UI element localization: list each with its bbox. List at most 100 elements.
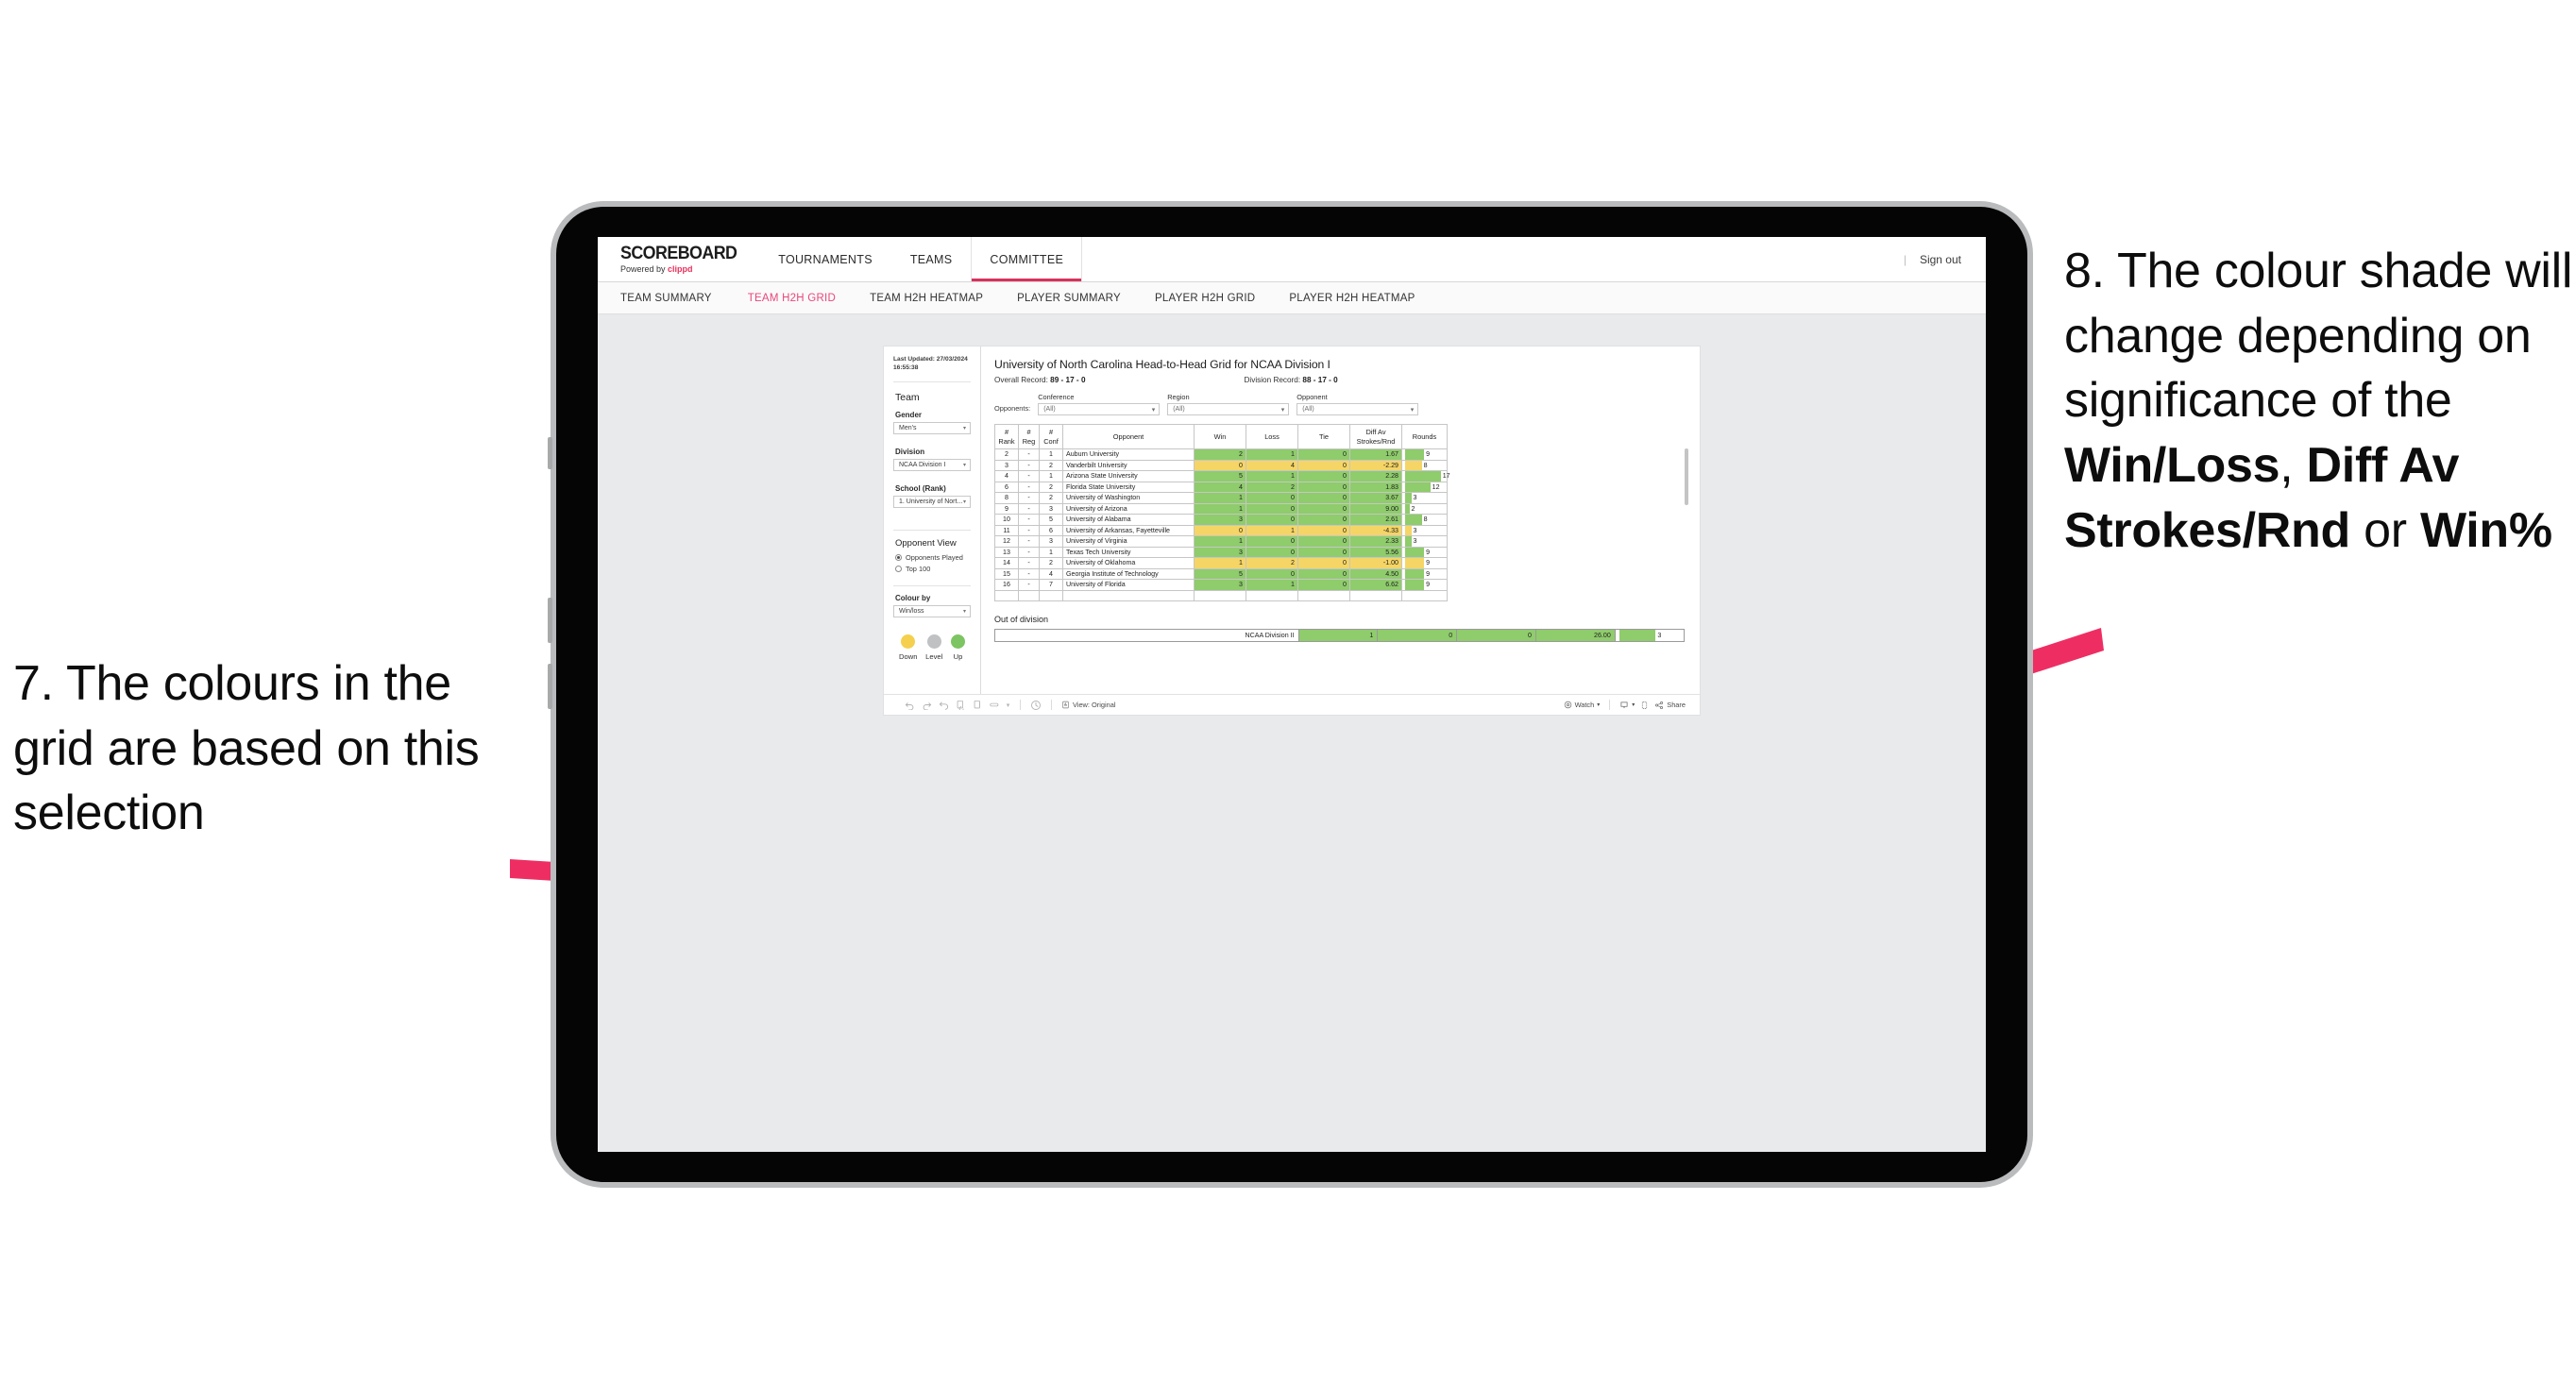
cell-rank: 4 (994, 470, 1019, 482)
table-row[interactable]: 9-3 University of Arizona 1 0 0 9.00 2 (994, 502, 1448, 515)
nav-item-tournaments[interactable]: TOURNAMENTS (759, 237, 891, 281)
pause-auto-update-icon[interactable] (1027, 698, 1044, 713)
table-row[interactable]: 2-1 Auburn University 2 1 0 1.67 9 (994, 448, 1448, 461)
legend-label-up: Up (953, 651, 963, 661)
watch-button[interactable]: Watch ▾ (1561, 701, 1603, 709)
filler-cell (1194, 589, 1246, 601)
redo-arrow-icon[interactable] (986, 698, 1003, 713)
cell-rounds: 9 (1401, 448, 1448, 461)
table-row[interactable]: 15-4 Georgia Institute of Technology 5 0 0 4.… (994, 567, 1448, 580)
filler-cell (994, 589, 1019, 601)
col-header-reg: # Reg (1018, 424, 1040, 449)
redo-icon[interactable] (918, 698, 935, 713)
device-icon (1642, 701, 1648, 709)
cell-win: 1 (1194, 535, 1246, 548)
cell-diff: -4.33 (1349, 524, 1402, 536)
colour-legend: Down Level Up (893, 634, 971, 661)
grid-scrollbar[interactable] (1685, 448, 1688, 505)
table-row[interactable]: 12-3 University of Virginia 1 0 0 2.33 3 (994, 535, 1448, 548)
sidebar-divider-1 (893, 380, 971, 382)
refresh-icon[interactable] (952, 698, 969, 713)
cell-rounds-value: 9 (1426, 559, 1431, 567)
subnav-item-player-summary[interactable]: PLAYER SUMMARY (1000, 293, 1138, 304)
col-header-tie: Tie (1297, 424, 1350, 449)
cell-opponent: University of Washington (1062, 492, 1195, 504)
cell-rank: 11 (994, 524, 1019, 536)
download-button[interactable]: ▾ (1617, 701, 1637, 710)
table-row[interactable]: 16-7 University of Florida 3 1 0 6.62 9 (994, 579, 1448, 591)
top-navigation: TOURNAMENTS TEAMS COMMITTEE (759, 237, 1082, 281)
cell-tie: 0 (1297, 448, 1350, 461)
radio-top-100[interactable]: Top 100 (895, 565, 971, 573)
cell-rounds: 12 (1401, 481, 1448, 493)
sign-out-link[interactable]: Sign out (1920, 253, 1961, 266)
radio-opponents-played[interactable]: Opponents Played (895, 553, 971, 562)
table-row[interactable]: 8-2 University of Washington 1 0 0 3.67 3 (994, 492, 1448, 504)
cell-reg: - (1018, 470, 1040, 482)
filter-region-label: Region (1167, 393, 1190, 401)
undo-icon[interactable] (901, 698, 918, 713)
annotation-right: 8. The colour shade will change dependin… (2064, 239, 2574, 563)
h2h-grid-table: # Rank # Reg # Conf Opponent Win Loss Ti… (994, 424, 1450, 601)
chevron-down-icon: ▾ (962, 499, 966, 505)
subnav-item-player-h2h-heatmap[interactable]: PLAYER H2H HEATMAP (1272, 293, 1432, 304)
chevron-down-icon: ▾ (962, 425, 966, 431)
cell-reg: - (1018, 546, 1040, 558)
filter-region-select[interactable]: (All) ▾ (1167, 403, 1290, 415)
cell-win: 1 (1194, 492, 1246, 504)
label-colour-by: Colour by (895, 593, 931, 602)
select-school-rank[interactable]: 1. University of Nort... ▾ (893, 495, 971, 508)
nav-item-teams[interactable]: TEAMS (891, 237, 972, 281)
filler-cell (1039, 589, 1063, 601)
select-division[interactable]: NCAA Division I ▾ (893, 458, 971, 471)
table-row[interactable]: 13-1 Texas Tech University 3 0 0 5.56 9 (994, 546, 1448, 558)
share-button[interactable]: Share (1652, 701, 1688, 710)
filter-conference-select[interactable]: (All) ▾ (1038, 403, 1161, 415)
subnav-item-team-h2h-grid[interactable]: TEAM H2H GRID (731, 293, 853, 304)
cell-rounds-value: 3 (1413, 494, 1417, 502)
select-colour-by[interactable]: Win/loss ▾ (893, 604, 971, 617)
device-layout-button[interactable] (1637, 701, 1652, 710)
cell-win: 1 (1194, 502, 1246, 515)
cell-opponent: Auburn University (1062, 448, 1195, 461)
ood-rounds-value: 3 (1657, 632, 1662, 639)
cell-loss: 4 (1246, 459, 1298, 471)
tablet-button-top (548, 437, 552, 469)
pause-icon[interactable] (969, 698, 986, 713)
table-row[interactable]: 14-2 University of Oklahoma 1 2 0 -1.00 9 (994, 557, 1448, 569)
table-row[interactable]: 11-6 University of Arkansas, Fayetteville… (994, 524, 1448, 536)
cell-rounds: 8 (1401, 459, 1448, 471)
cell-tie: 0 (1297, 546, 1350, 558)
table-row[interactable]: 3-2 Vanderbilt University 0 4 0 -2.29 8 (994, 459, 1448, 471)
cell-rounds: 2 (1401, 502, 1448, 515)
table-row[interactable]: 6-2 Florida State University 4 2 0 1.83 12 (994, 481, 1448, 493)
cell-diff: 4.50 (1349, 567, 1402, 580)
cell-loss: 1 (1246, 524, 1298, 536)
subnav-item-player-h2h-grid[interactable]: PLAYER H2H GRID (1138, 293, 1272, 304)
cell-rounds-value: 8 (1423, 461, 1428, 469)
col-header-win: Win (1194, 424, 1246, 449)
view-original-button[interactable]: View: Original (1059, 701, 1118, 709)
cell-opponent: Florida State University (1062, 481, 1195, 493)
cell-tie: 0 (1297, 557, 1350, 569)
tablet-button-mid (548, 598, 552, 643)
subnav-item-team-summary[interactable]: TEAM SUMMARY (620, 293, 731, 304)
table-row[interactable]: 4-1 Arizona State University 5 1 0 2.28 17 (994, 470, 1450, 482)
cell-diff: 1.83 (1349, 481, 1402, 493)
toolbar-caret-icon[interactable]: ▾ (1003, 698, 1013, 713)
filter-opponent-select[interactable]: (All) ▾ (1296, 403, 1419, 415)
cell-win: 3 (1194, 546, 1246, 558)
cell-rank: 14 (994, 557, 1019, 569)
annotation-right-seg-0: 8. The colour shade will change dependin… (2064, 244, 2573, 429)
watch-icon (1564, 701, 1571, 709)
select-gender[interactable]: Men's ▾ (893, 421, 971, 434)
table-row[interactable]: 10-5 University of Alabama 3 0 0 2.61 8 (994, 514, 1448, 526)
tablet-screen-bezel: SCOREBOARD Powered by clippd TOURNAMENTS… (556, 207, 2027, 1182)
subnav-item-team-h2h-heatmap[interactable]: TEAM H2H HEATMAP (853, 293, 1000, 304)
filler-cell (1246, 589, 1298, 601)
revert-icon[interactable] (935, 698, 952, 713)
cell-tie: 0 (1297, 459, 1350, 471)
nav-item-committee[interactable]: COMMITTEE (971, 237, 1082, 281)
cell-rounds-value: 8 (1423, 516, 1428, 524)
viz-container: Last Updated: 27/03/2024 16:55:38 Team G… (884, 346, 1700, 715)
